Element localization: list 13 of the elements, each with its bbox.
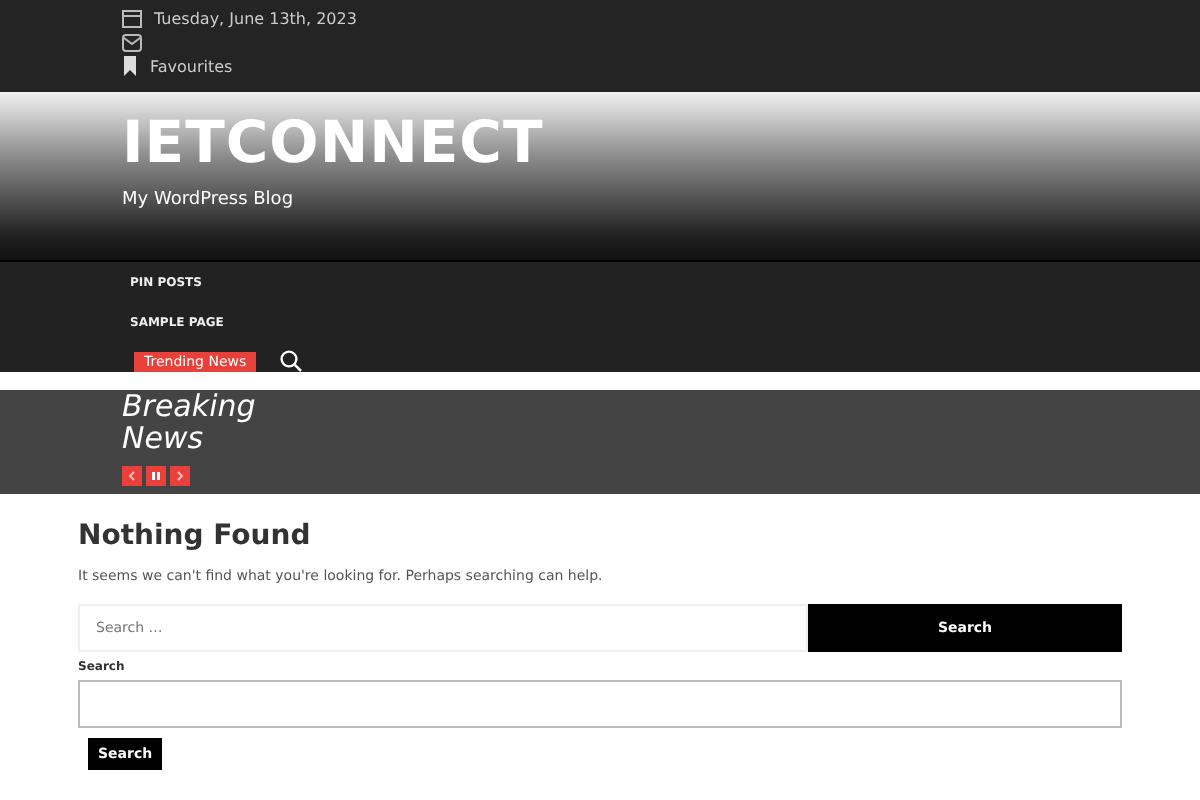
date-text: Tuesday, June 13th, 2023 <box>154 9 357 27</box>
breaking-title: Breaking News <box>122 390 258 454</box>
page-heading: Nothing Found <box>78 520 313 552</box>
calendar-icon <box>122 8 142 28</box>
next-button[interactable] <box>170 466 190 486</box>
bookmark-icon <box>122 56 138 76</box>
pause-button[interactable] <box>146 466 166 486</box>
site-tagline: My WordPress Blog <box>122 190 296 210</box>
search-icon[interactable] <box>280 350 303 372</box>
mail-icon[interactable] <box>122 32 142 52</box>
search-field[interactable] <box>78 680 1122 728</box>
favourites-link[interactable]: Favourites <box>150 57 233 75</box>
previous-button[interactable] <box>122 466 142 486</box>
